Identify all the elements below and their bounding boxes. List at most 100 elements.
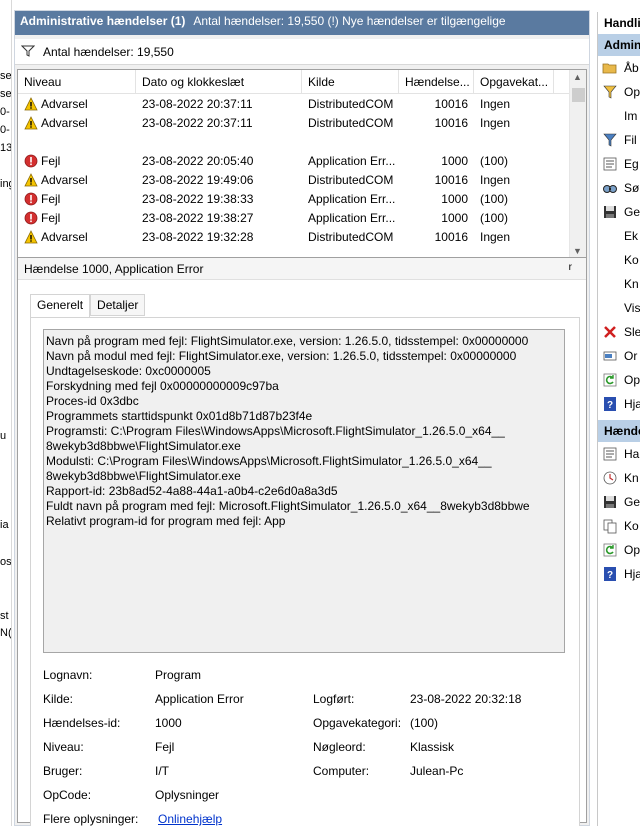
column-header-datetime[interactable]: Dato og klokkeslæt <box>136 70 302 93</box>
action-label: Op <box>624 373 640 387</box>
filter-create-icon <box>602 84 618 100</box>
action-item[interactable]: Ek <box>598 224 640 248</box>
event-level-text: Advarsel <box>41 96 88 111</box>
column-header-level[interactable]: Niveau <box>18 70 136 93</box>
list-scrollbar[interactable]: ▲ ▼ <box>569 70 586 258</box>
event-source: Application Err... <box>302 211 399 225</box>
description-line: 8wekyb3d8bbwe\FlightSimulator.exe <box>46 439 241 453</box>
event-level-text: Fejl <box>41 153 61 168</box>
tree-fragment: N( <box>0 627 12 639</box>
description-line: 8wekyb3d8bbwe\FlightSimulator.exe <box>46 469 241 483</box>
tab-generelt[interactable]: Generelt <box>30 294 91 318</box>
action-item[interactable]: ? Hjæ <box>598 392 640 416</box>
action-item[interactable]: Åb <box>598 56 640 80</box>
attach-task-icon <box>602 470 618 486</box>
event-row[interactable]: Advarsel 23-08-2022 20:37:11 DistributedCO… <box>18 94 586 113</box>
action-item[interactable]: Ge <box>598 490 640 514</box>
event-row[interactable] <box>18 132 586 151</box>
general-tab-panel: Navn på program med fejl: FlightSimulato… <box>30 317 580 826</box>
tree-fragment: st <box>0 610 9 622</box>
action-item[interactable]: Kn <box>598 272 640 296</box>
event-description[interactable]: Navn på program med fejl: FlightSimulato… <box>43 329 565 653</box>
action-label: Sø <box>624 181 640 195</box>
event-row[interactable]: Advarsel 23-08-2022 19:49:06 DistributedCO… <box>18 170 586 189</box>
action-label: Eg <box>624 157 639 171</box>
task-category-label: Opgavekategori: <box>313 716 402 730</box>
action-item[interactable]: Ha <box>598 442 640 466</box>
event-row[interactable]: Fejl 23-08-2022 20:05:40 Application Err..… <box>18 151 586 170</box>
actions-section-event[interactable]: Hænde <box>598 420 640 442</box>
action-item[interactable]: ? Hjæ <box>598 562 640 586</box>
keywords-label: Nøgleord: <box>313 740 366 754</box>
action-label: Ge <box>624 495 640 509</box>
action-label: Vis <box>624 301 640 315</box>
help-icon: ? <box>602 396 618 412</box>
event-datetime-text: 23-08-2022 20:05:40 <box>142 153 254 168</box>
close-detail-icon[interactable]: r <box>569 262 572 273</box>
action-item[interactable]: Sle <box>598 320 640 344</box>
column-header-event-id[interactable]: Hændelse... <box>399 70 474 93</box>
logged-value: 23-08-2022 20:32:18 <box>410 692 522 706</box>
event-level-text: Advarsel <box>41 229 88 244</box>
detail-header: Hændelse 1000, Application Error r <box>18 258 586 280</box>
column-header-task-category[interactable]: Opgavekat... <box>474 70 554 93</box>
event-row[interactable]: Fejl 23-08-2022 19:38:33 Application Err..… <box>18 189 586 208</box>
actions-list-admin: Åb Op Im Fil Eg Sø Ge Ek Ko Kn Vis Sle Or Op? Hjæ <box>598 56 640 416</box>
save-icon <box>602 494 618 510</box>
scroll-thumb[interactable] <box>572 88 585 102</box>
action-item[interactable]: Or <box>598 344 640 368</box>
description-line: Modulsti: C:\Program Files\WindowsApps\M… <box>46 454 492 468</box>
action-item[interactable]: Sø <box>598 176 640 200</box>
description-line: Navn på modul med fejl: FlightSimulator.… <box>46 349 517 363</box>
action-item[interactable]: Fil <box>598 128 640 152</box>
action-label: Kn <box>624 471 639 485</box>
event-level: Advarsel <box>18 230 136 244</box>
event-level: Fejl <box>18 211 136 225</box>
event-row[interactable]: Advarsel 23-08-2022 19:32:28 DistributedCO… <box>18 227 586 246</box>
scroll-up-icon[interactable]: ▲ <box>573 72 582 82</box>
action-item[interactable]: Ko <box>598 514 640 538</box>
event-row[interactable]: Advarsel 23-08-2022 20:37:11 DistributedCO… <box>18 113 586 132</box>
action-item[interactable]: Op <box>598 538 640 562</box>
column-header-source[interactable]: Kilde <box>302 70 399 93</box>
event-task-category: (100) <box>474 211 554 225</box>
blank-icon <box>602 108 618 124</box>
tree-fragment: se <box>0 88 12 100</box>
action-item[interactable]: Vis <box>598 296 640 320</box>
event-count: Antal hændelser: 19,550 <box>43 45 174 59</box>
event-list[interactable]: Niveau Dato og klokkeslæt Kilde Hændelse… <box>17 69 587 259</box>
properties-icon <box>602 156 618 172</box>
blank-icon <box>602 300 618 316</box>
event-id: 1000 <box>399 154 474 168</box>
view-title-bar: Administrative hændelser (1) Antal hændel… <box>15 11 589 35</box>
event-level-text: Fejl <box>41 210 61 225</box>
description-line: Proces-id 0x3dbc <box>46 394 139 408</box>
scroll-down-icon[interactable]: ▼ <box>573 246 582 256</box>
action-item[interactable]: Ge <box>598 200 640 224</box>
source-label: Kilde: <box>43 692 74 706</box>
actions-section-admin[interactable]: Admin <box>598 34 640 56</box>
svg-text:?: ? <box>607 400 613 411</box>
action-label: Op <box>624 543 640 557</box>
action-item[interactable]: Op <box>598 368 640 392</box>
action-item[interactable]: Kn <box>598 466 640 490</box>
event-task-category: Ingen <box>474 116 554 130</box>
opcode-value: Oplysninger <box>155 788 220 802</box>
event-id-value: 1000 <box>155 716 182 730</box>
event-task-category: Ingen <box>474 97 554 111</box>
action-item[interactable]: Im <box>598 104 640 128</box>
online-help-link[interactable]: Onlinehjælp <box>158 812 222 826</box>
description-line: Rapport-id: 23b8ad52-4a88-44a1-a0b4-c2e6… <box>46 484 338 498</box>
action-label: Fil <box>624 133 637 147</box>
warning-icon <box>24 229 38 244</box>
refresh-icon <box>602 372 618 388</box>
action-item[interactable]: Ko <box>598 248 640 272</box>
event-properties-icon <box>602 446 618 462</box>
action-item[interactable]: Eg <box>598 152 640 176</box>
action-item[interactable]: Op <box>598 80 640 104</box>
tree-fragment: ia <box>0 519 9 531</box>
event-datetime: 23-08-2022 19:38:33 <box>136 192 302 206</box>
tab-detaljer[interactable]: Detaljer <box>90 294 146 316</box>
event-row[interactable]: Fejl 23-08-2022 19:38:27 Application Err..… <box>18 208 586 227</box>
svg-text:?: ? <box>607 570 613 581</box>
